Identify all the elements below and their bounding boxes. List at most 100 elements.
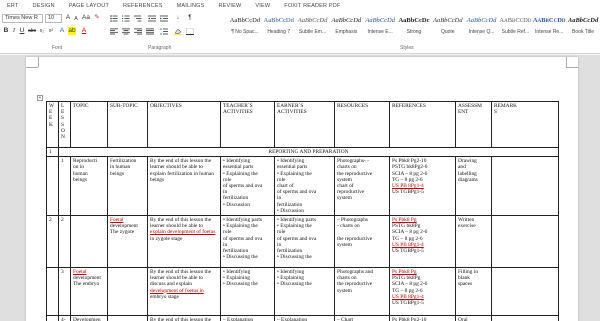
cell-learners[interactable]: • Identifying parts • Explaining the role… bbox=[274, 215, 335, 269]
cell-lesson[interactable]: 4- bbox=[58, 315, 71, 321]
cell-week[interactable] bbox=[46, 156, 59, 217]
decrease-indent-icon[interactable] bbox=[148, 15, 156, 22]
style-tile[interactable]: AaBbCcDd Book Title bbox=[566, 13, 600, 43]
cell-resources[interactable]: Photographs- - charts on the reproductive s… bbox=[334, 156, 390, 217]
cell-resources[interactable]: – Photographs - charts on the reproducti… bbox=[334, 215, 390, 269]
menu-tab-review[interactable]: REVIEW bbox=[212, 3, 249, 9]
underline-button[interactable]: U bbox=[18, 27, 26, 35]
menu-tab-mailings[interactable]: MAILINGS bbox=[170, 3, 212, 9]
cell-teachers[interactable]: • Identifying parts • Explaining the role… bbox=[220, 215, 275, 269]
cell-line: system bbox=[337, 241, 352, 248]
clear-formatting-icon[interactable]: ✎ bbox=[93, 14, 101, 22]
document-page[interactable]: + WEEK LESSON TOPIC SUB-TOPIC OBJECTIVES… bbox=[26, 57, 578, 321]
show-marks-icon[interactable]: ¶ bbox=[186, 14, 194, 22]
cell-assessment[interactable]: Written exercise bbox=[455, 215, 492, 269]
style-tile[interactable]: AaBbCcDd ¶ No Spac... bbox=[228, 13, 262, 43]
menu-tab-references[interactable]: REFERENCES bbox=[116, 3, 170, 9]
highlight-icon[interactable]: ab bbox=[68, 27, 76, 35]
table-move-handle[interactable]: + bbox=[37, 95, 43, 101]
cell-resources[interactable]: – Chart bbox=[334, 315, 390, 321]
cell-assessment[interactable]: Drawing and labelling diagrams bbox=[455, 156, 492, 217]
cell-subtopic[interactable] bbox=[107, 267, 148, 317]
cell-topic[interactable] bbox=[70, 215, 108, 269]
bold-button[interactable]: B bbox=[2, 27, 10, 35]
grow-font-button[interactable]: A bbox=[64, 14, 72, 22]
line-spacing-icon[interactable] bbox=[160, 28, 168, 35]
style-tile[interactable]: AaBbCcDc Strong bbox=[397, 13, 431, 43]
sort-icon[interactable]: ↓ bbox=[174, 14, 182, 22]
change-case-button[interactable]: Aa bbox=[82, 14, 90, 22]
cell-teachers[interactable]: – Explanation bbox=[220, 315, 275, 321]
menu-tab-view[interactable]: VIEW bbox=[248, 3, 277, 9]
font-size-box[interactable]: 10 bbox=[45, 14, 62, 23]
cell-learners[interactable]: – Explanation bbox=[274, 315, 335, 321]
justify-icon[interactable] bbox=[146, 28, 154, 35]
cell-topic[interactable]: Foetal development The embryo bbox=[70, 267, 108, 317]
crop-mark bbox=[566, 67, 578, 68]
style-tile[interactable]: AaBbCcDd Emphasis bbox=[329, 13, 363, 43]
style-sample: AaBbCcDd bbox=[331, 17, 362, 24]
subscript-button[interactable]: x₂ bbox=[38, 27, 46, 35]
menu-tab-foxit-reader-pdf[interactable]: FOXIT READER PDF bbox=[277, 3, 347, 9]
cell-learners[interactable]: • Identifying • Explaining • Discussing th… bbox=[274, 267, 335, 317]
shrink-font-button[interactable]: A bbox=[72, 15, 80, 23]
menu-tab-page-layout[interactable]: PAGE LAYOUT bbox=[62, 3, 116, 9]
style-tile[interactable]: AaBbCcDd Intense Q... bbox=[465, 13, 499, 43]
cell-remarks[interactable] bbox=[491, 267, 559, 317]
borders-icon[interactable] bbox=[186, 28, 194, 35]
cell-references[interactable]: Ps Pbk8 Pg2-10 bbox=[389, 315, 456, 321]
cell-references[interactable]: Ps Pbk8 Pg PSTG bk8Pg SCIA – 8 pg 2-6 TG – … bbox=[389, 215, 456, 269]
style-tile[interactable]: AaBbCcDd Heading 7 bbox=[262, 13, 296, 43]
font-color-icon[interactable]: A bbox=[80, 27, 88, 35]
shading-icon[interactable] bbox=[174, 28, 182, 35]
section-week-cell[interactable]: 1 bbox=[46, 146, 59, 158]
align-left-icon[interactable] bbox=[110, 28, 118, 35]
font-name-box[interactable]: Times New R bbox=[2, 14, 43, 23]
section-title-cell[interactable]: REPORTING AND PREPARATION bbox=[58, 146, 559, 158]
cell-week[interactable] bbox=[46, 267, 59, 317]
cell-remarks[interactable] bbox=[491, 215, 559, 269]
cell-teachers[interactable]: • Identifying essential parts • Explainin… bbox=[220, 156, 275, 217]
multilevel-list-icon[interactable] bbox=[134, 15, 142, 22]
cell-week[interactable]: 2 bbox=[46, 215, 59, 269]
style-tile[interactable]: AaBbCcDd Subtle Em... bbox=[296, 13, 330, 43]
cell-subtopic[interactable] bbox=[107, 315, 148, 321]
italic-button[interactable]: I bbox=[10, 27, 18, 35]
cell-subtopic[interactable]: Fertilization in human beings bbox=[107, 156, 148, 217]
text-effects-icon[interactable]: A bbox=[58, 27, 66, 35]
style-tile[interactable]: AaBbCcDd Subtle Ref... bbox=[499, 13, 533, 43]
cell-lesson[interactable]: 1 bbox=[58, 156, 71, 217]
cell-objectives[interactable]: By the end of this lesson the learner sho… bbox=[147, 215, 221, 269]
cell-line: in zygote stage bbox=[150, 235, 183, 242]
cell-references[interactable]: Ps Pbk8 Pg2-10 PSTG bk8Pg2-6 SCIA – 8 pg 2… bbox=[389, 156, 456, 217]
cell-references[interactable]: Ps Pbk8 Pg PSTG bk8Pg SCIA – 8 pg 2-6 TG – … bbox=[389, 267, 456, 317]
strikethrough-button[interactable]: abc bbox=[28, 27, 36, 35]
cell-objectives[interactable]: By the end of this lesson the learner sho… bbox=[147, 267, 221, 317]
style-tile[interactable]: AaBbCcDd Intense Re... bbox=[532, 13, 566, 43]
cell-assessment[interactable]: Oral bbox=[455, 315, 492, 321]
increase-indent-icon[interactable] bbox=[160, 15, 168, 22]
align-center-icon[interactable] bbox=[122, 28, 130, 35]
cell-topic[interactable]: Developmen bbox=[70, 315, 108, 321]
style-tile[interactable]: AaBbCcDd Intense E... bbox=[363, 13, 397, 43]
cell-lesson[interactable]: 3 bbox=[58, 267, 71, 317]
cell-teachers[interactable]: • Identifying • Explaining • Discussing th… bbox=[220, 267, 275, 317]
align-right-icon[interactable] bbox=[134, 28, 142, 35]
cell-objectives[interactable]: By the end of this lesson the bbox=[147, 315, 221, 321]
style-tile[interactable]: AaBbCcDd Quote bbox=[431, 13, 465, 43]
cell-objectives[interactable]: By the end of this lesson the learner sho… bbox=[147, 156, 221, 217]
cell-assessment[interactable]: Filling in blank spaces bbox=[455, 267, 492, 317]
cell-learners[interactable]: • Identifying essential parts • Explainin… bbox=[274, 156, 335, 217]
numbering-icon[interactable] bbox=[122, 15, 130, 22]
cell-week[interactable] bbox=[46, 315, 59, 321]
bullets-icon[interactable] bbox=[110, 15, 118, 22]
cell-remarks[interactable] bbox=[491, 156, 559, 217]
cell-remarks[interactable] bbox=[491, 315, 559, 321]
cell-topic[interactable]: Reproducti on in human beings bbox=[70, 156, 108, 217]
superscript-button[interactable]: x² bbox=[47, 27, 55, 35]
menu-tab-ert[interactable]: ERT bbox=[0, 3, 26, 9]
cell-lesson[interactable]: 2 bbox=[58, 215, 71, 269]
cell-subtopic[interactable]: Foetal development The zygote bbox=[107, 215, 148, 269]
menu-tab-design[interactable]: DESIGN bbox=[26, 3, 62, 9]
cell-resources[interactable]: Photographs and charts on the reproductive… bbox=[334, 267, 390, 317]
